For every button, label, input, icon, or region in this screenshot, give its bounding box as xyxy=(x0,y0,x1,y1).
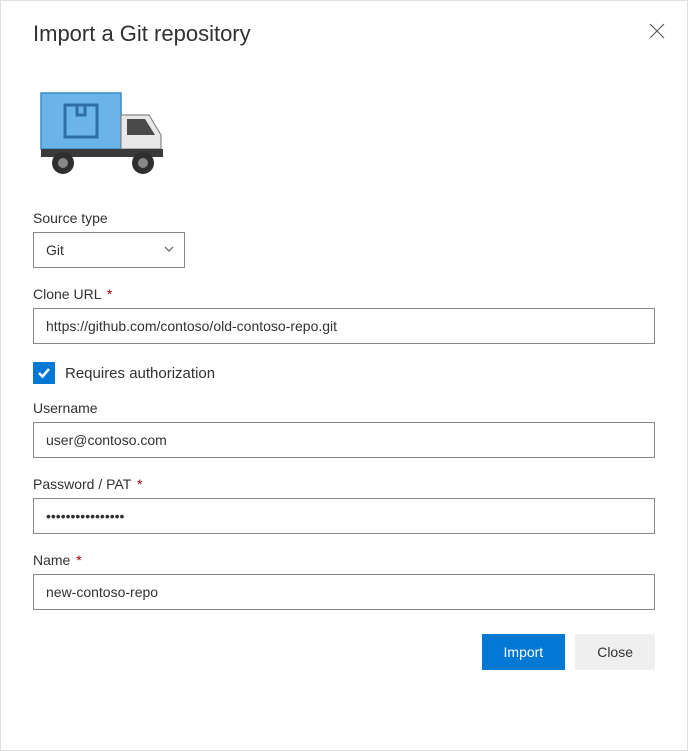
requires-auth-label: Requires authorization xyxy=(65,365,215,382)
name-input[interactable] xyxy=(33,574,655,610)
required-marker: * xyxy=(76,552,81,568)
close-icon xyxy=(649,23,665,39)
close-icon-button[interactable] xyxy=(645,19,669,46)
source-type-group: Source type Git xyxy=(33,210,655,268)
name-group: Name * xyxy=(33,552,655,610)
source-type-value: Git xyxy=(46,242,64,258)
username-label: Username xyxy=(33,400,655,416)
clone-url-input[interactable] xyxy=(33,308,655,344)
requires-auth-row: Requires authorization xyxy=(33,362,655,384)
name-label: Name * xyxy=(33,552,655,568)
source-type-label: Source type xyxy=(33,210,655,226)
required-marker: * xyxy=(107,286,112,302)
checkmark-icon xyxy=(37,366,51,380)
dialog-header: Import a Git repository xyxy=(33,21,655,47)
dialog-footer: Import Close xyxy=(33,634,655,670)
dialog-title: Import a Git repository xyxy=(33,21,251,47)
username-input[interactable] xyxy=(33,422,655,458)
password-group: Password / PAT * xyxy=(33,476,655,534)
username-group: Username xyxy=(33,400,655,458)
import-git-repository-dialog: Import a Git repository xyxy=(0,0,688,751)
clone-url-group: Clone URL * xyxy=(33,286,655,344)
password-label: Password / PAT * xyxy=(33,476,655,492)
source-type-select[interactable]: Git xyxy=(33,232,185,268)
truck-illustration xyxy=(33,87,655,180)
requires-auth-checkbox[interactable] xyxy=(33,362,55,384)
required-marker: * xyxy=(137,476,142,492)
password-input[interactable] xyxy=(33,498,655,534)
close-button[interactable]: Close xyxy=(575,634,655,670)
clone-url-label: Clone URL * xyxy=(33,286,655,302)
import-button[interactable]: Import xyxy=(482,634,566,670)
